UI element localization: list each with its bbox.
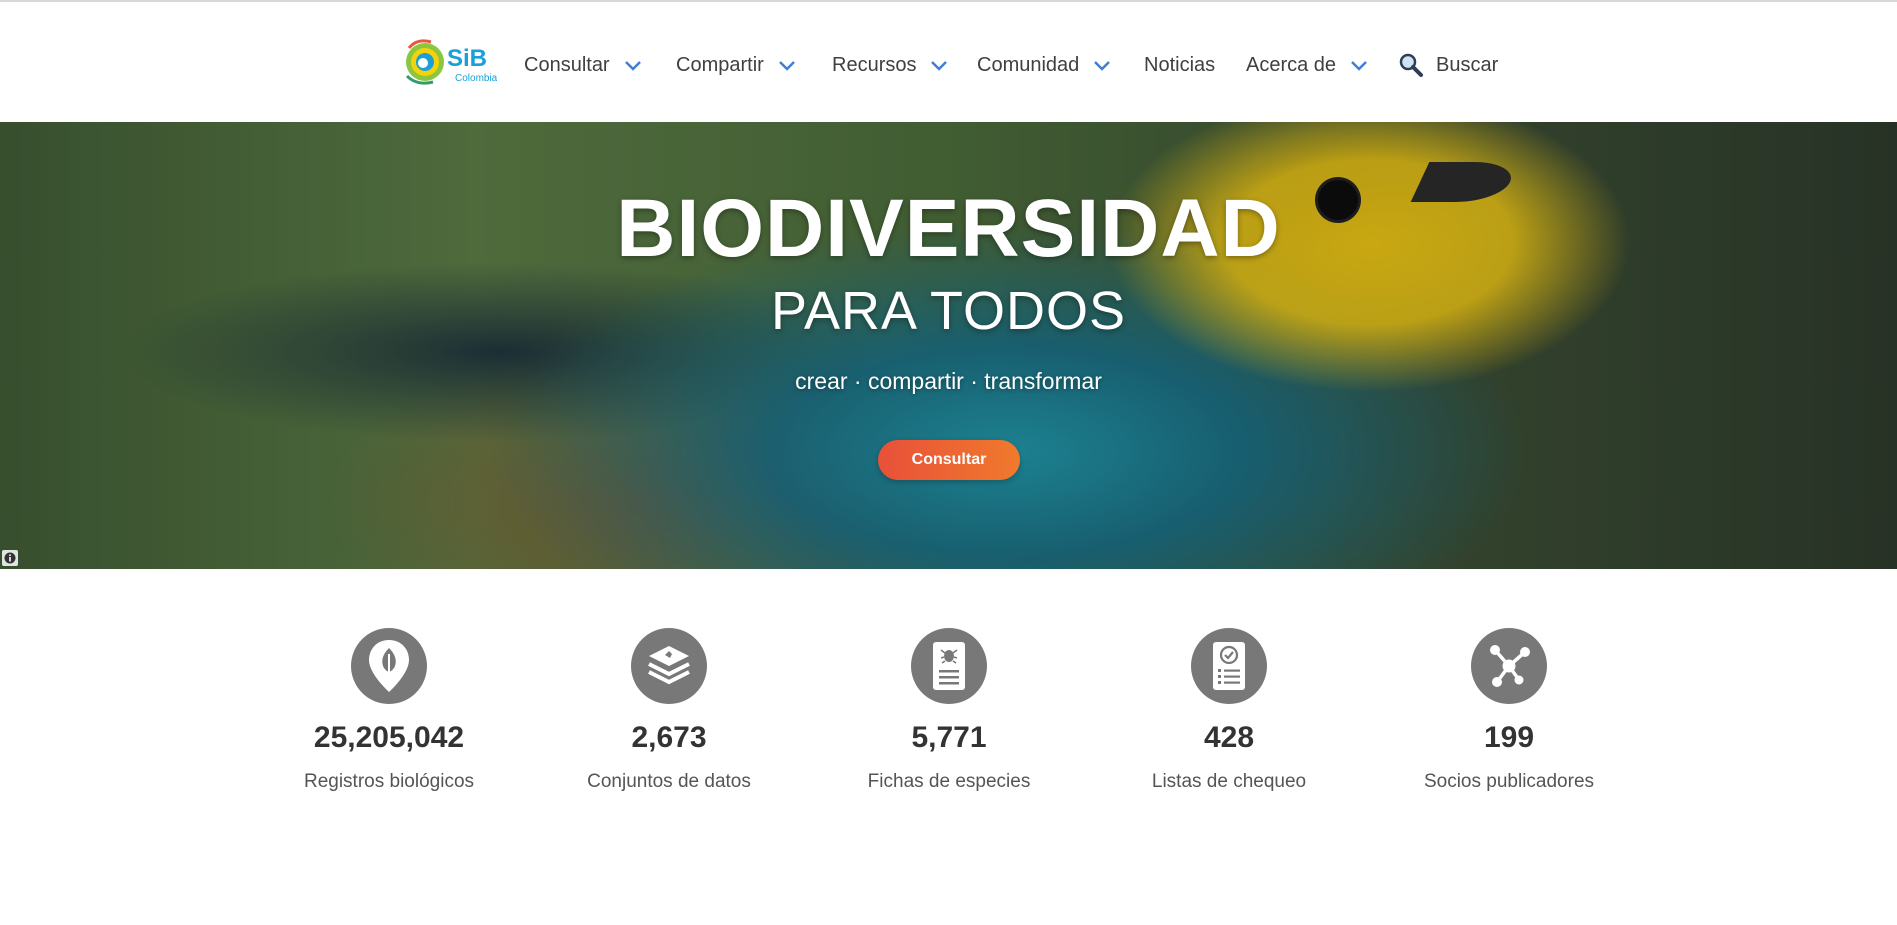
stat-value: 2,673	[631, 721, 707, 754]
nav-comunidad-label: Comunidad	[977, 53, 1080, 76]
chevron-down-icon	[931, 61, 948, 71]
sib-colombia-logo[interactable]: SiB Colombia	[403, 36, 497, 90]
stat-label: Fichas de especies	[867, 771, 1031, 792]
hero-title: BIODIVERSIDAD	[616, 183, 1281, 274]
stat-fichas[interactable]: 5,771 Fichas de especies	[839, 628, 1059, 793]
logo-mark-icon: SiB Colombia	[405, 39, 497, 85]
stat-label: Socios publicadores	[1423, 771, 1595, 792]
location-leaf-icon	[351, 628, 427, 704]
stat-value: 5,771	[911, 721, 987, 754]
species-sheet-icon	[911, 628, 987, 704]
nav-comunidad[interactable]: Comunidad	[977, 48, 1111, 82]
nav-consultar[interactable]: Consultar	[524, 48, 642, 82]
stat-label: Conjuntos de datos	[587, 771, 751, 792]
search-icon	[1399, 53, 1423, 77]
logo-subtext: Colombia	[455, 73, 497, 84]
stat-listas[interactable]: 428 Listas de chequeo	[1119, 628, 1339, 793]
stat-label: Listas de chequeo	[1151, 771, 1307, 792]
nav-search-label: Buscar	[1436, 53, 1499, 76]
checklist-icon	[1191, 628, 1267, 704]
hero-banner: BIODIVERSIDAD PARA TODOS crear · compart…	[0, 122, 1897, 569]
stat-label: Registros biológicos	[303, 771, 475, 792]
stat-value: 25,205,042	[313, 721, 465, 754]
main-navbar: SiB Colombia Consultar Compartir Recurso…	[0, 2, 1897, 122]
stat-value: 428	[1203, 721, 1255, 754]
hero-consultar-button[interactable]: Consultar	[878, 440, 1020, 480]
chevron-down-icon	[624, 61, 641, 71]
nav-compartir[interactable]: Compartir	[676, 48, 796, 82]
nav-search[interactable]: Buscar	[1398, 48, 1498, 82]
logo-text: SiB	[447, 45, 487, 72]
nav-acerca-de[interactable]: Acerca de	[1246, 48, 1368, 82]
nav-recursos[interactable]: Recursos	[832, 48, 948, 82]
nav-noticias-label: Noticias	[1144, 53, 1216, 76]
hero-tagline: crear · compartir · transformar	[795, 368, 1102, 394]
network-nodes-icon	[1471, 628, 1547, 704]
stat-conjuntos[interactable]: 2,673 Conjuntos de datos	[559, 628, 779, 793]
hero-subtitle: PARA TODOS	[770, 281, 1127, 341]
stat-value: 199	[1483, 721, 1535, 754]
nav-noticias[interactable]: Noticias	[1144, 48, 1215, 82]
info-icon	[4, 552, 16, 564]
stat-registros[interactable]: 25,205,042 Registros biológicos	[279, 628, 499, 793]
stat-socios[interactable]: 199 Socios publicadores	[1399, 628, 1619, 793]
chevron-down-icon	[778, 61, 795, 71]
database-layers-icon	[631, 628, 707, 704]
chevron-down-icon	[1094, 61, 1111, 71]
nav-compartir-label: Compartir	[676, 53, 764, 76]
chevron-down-icon	[1351, 61, 1367, 71]
nav-consultar-label: Consultar	[524, 53, 610, 76]
nav-acerca-de-label: Acerca de	[1246, 53, 1337, 76]
nav-recursos-label: Recursos	[832, 53, 917, 76]
image-info-icon[interactable]	[2, 550, 18, 566]
